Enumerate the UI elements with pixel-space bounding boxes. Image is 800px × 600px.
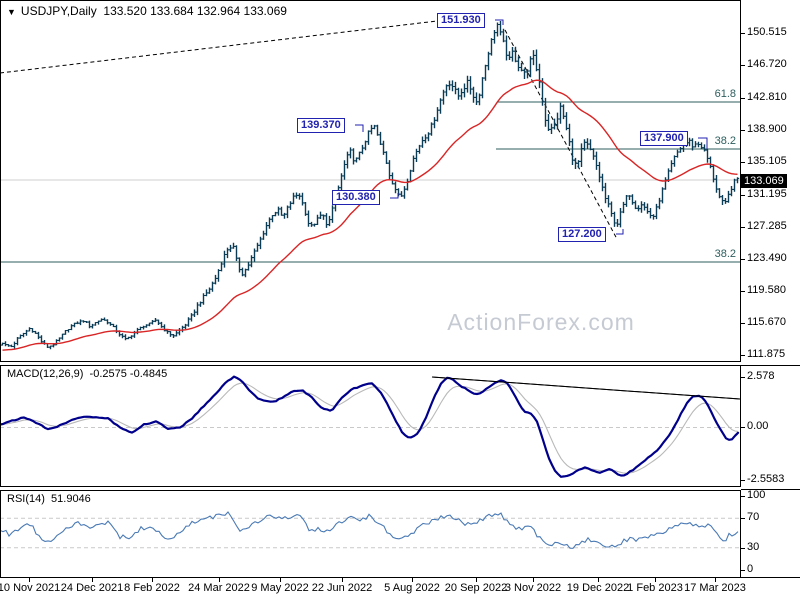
date-axis-label: 10 Nov 2021 — [0, 582, 61, 594]
macd-axis-label: 0.00 — [747, 420, 769, 432]
rsi-panel[interactable] — [0, 490, 741, 578]
price-chart-canvas[interactable] — [1, 1, 740, 361]
price-axis-label: 127.285 — [747, 220, 787, 232]
macd-current-values: -0.2575 -0.4845 — [89, 368, 168, 380]
rsi-axis-label: 70 — [747, 511, 760, 523]
price-annotation-box[interactable]: 127.200 — [558, 227, 606, 242]
rsi-axis-tick — [741, 548, 745, 549]
price-annotation-box[interactable]: 137.900 — [640, 131, 688, 146]
symbol-name: USDJPY,Daily — [20, 4, 97, 18]
rsi-axis-label: 100 — [747, 489, 766, 501]
date-axis-tick — [29, 578, 30, 582]
fib-level-label: 38.2 — [714, 248, 736, 260]
price-axis-label: 146.720 — [747, 58, 787, 70]
price-axis-tick — [741, 65, 745, 66]
rsi-axis-tick — [741, 570, 745, 571]
price-chart-panel[interactable]: ActionForex.com — [0, 0, 741, 362]
date-axis-label: 22 Jun 2022 — [311, 582, 373, 594]
price-axis-tick — [741, 259, 745, 260]
rsi-axis-label: 30 — [747, 541, 760, 553]
date-axis-tick — [92, 578, 93, 582]
ohlc-readout: 133.520 133.684 132.964 133.069 — [103, 4, 287, 18]
date-axis-tick — [342, 578, 343, 582]
date-axis-label: 3 Nov 2022 — [504, 582, 562, 594]
price-axis-tick — [741, 195, 745, 196]
price-axis-tick — [741, 323, 745, 324]
price-axis-tick — [741, 291, 745, 292]
macd-axis-label: -2.5583 — [747, 473, 785, 485]
date-axis-label: 20 Sep 2022 — [444, 582, 508, 594]
date-axis-tick — [219, 578, 220, 582]
macd-axis-tick — [741, 480, 745, 481]
date-axis-label: 8 Feb 2022 — [124, 582, 180, 594]
rsi-current-value: 51.9046 — [51, 493, 91, 505]
price-axis-tick — [741, 162, 745, 163]
macd-axis-tick — [741, 427, 745, 428]
price-annotation-box[interactable]: 151.930 — [437, 13, 485, 28]
price-axis-label: 115.670 — [747, 316, 786, 328]
price-annotation-box[interactable]: 139.370 — [297, 118, 345, 133]
date-axis-label: 17 Mar 2023 — [684, 582, 746, 594]
date-axis-tick — [412, 578, 413, 582]
date-axis-tick — [280, 578, 281, 582]
date-axis-tick — [152, 578, 153, 582]
rsi-name: RSI(14) — [7, 493, 45, 505]
date-axis-tick — [715, 578, 716, 582]
price-axis-label: 131.195 — [747, 188, 787, 200]
rsi-indicator-label: RSI(14) 51.9046 — [7, 493, 91, 505]
price-axis-label: 123.490 — [747, 252, 787, 264]
date-axis-label: 19 Dec 2022 — [566, 582, 630, 594]
price-axis-label: 135.105 — [747, 155, 787, 167]
macd-axis-label: 2.578 — [747, 370, 775, 382]
price-annotation-box[interactable]: 130.380 — [332, 190, 380, 205]
price-axis-tick — [741, 98, 745, 99]
price-axis-label: 138.900 — [747, 123, 787, 135]
price-axis-label: 111.875 — [747, 348, 786, 360]
macd-axis-tick — [741, 377, 745, 378]
macd-panel[interactable] — [0, 365, 741, 487]
current-price-tag: 133.069 — [741, 174, 787, 188]
fib-level-label: 61.8 — [714, 88, 736, 100]
price-axis-label: 150.515 — [747, 26, 787, 38]
macd-name: MACD(12,26,9) — [7, 368, 84, 380]
price-axis-tick — [741, 355, 745, 356]
date-axis-label: 5 Aug 2022 — [384, 582, 440, 594]
date-axis-label: 9 May 2022 — [251, 582, 309, 594]
chart-window: ▼ USDJPY,Daily 133.520 133.684 132.964 13… — [0, 0, 800, 600]
collapse-triangle-icon[interactable]: ▼ — [7, 7, 16, 17]
price-axis-tick — [741, 227, 745, 228]
panel-separator — [741, 365, 800, 366]
rsi-canvas[interactable] — [1, 491, 740, 577]
date-axis-tick — [476, 578, 477, 582]
symbol-header: ▼ USDJPY,Daily 133.520 133.684 132.964 13… — [7, 4, 287, 18]
rsi-axis-label: 0 — [747, 563, 754, 575]
fib-level-label: 38.2 — [714, 135, 736, 147]
macd-canvas[interactable] — [1, 366, 740, 486]
date-axis-tick — [533, 578, 534, 582]
rsi-axis-tick — [741, 496, 745, 497]
macd-indicator-label: MACD(12,26,9) -0.2575 -0.4845 — [7, 368, 167, 380]
rsi-axis-tick — [741, 518, 745, 519]
date-axis-label: 24 Mar 2022 — [188, 582, 250, 594]
date-axis-tick — [655, 578, 656, 582]
price-axis-tick — [741, 33, 745, 34]
date-axis-tick — [598, 578, 599, 582]
price-axis-label: 119.580 — [747, 284, 786, 296]
price-axis-label: 142.810 — [747, 91, 787, 103]
panel-separator — [741, 577, 800, 578]
price-axis-tick — [741, 130, 745, 131]
date-axis-label: 24 Dec 2021 — [60, 582, 124, 594]
date-axis-label: 1 Feb 2023 — [627, 582, 683, 594]
